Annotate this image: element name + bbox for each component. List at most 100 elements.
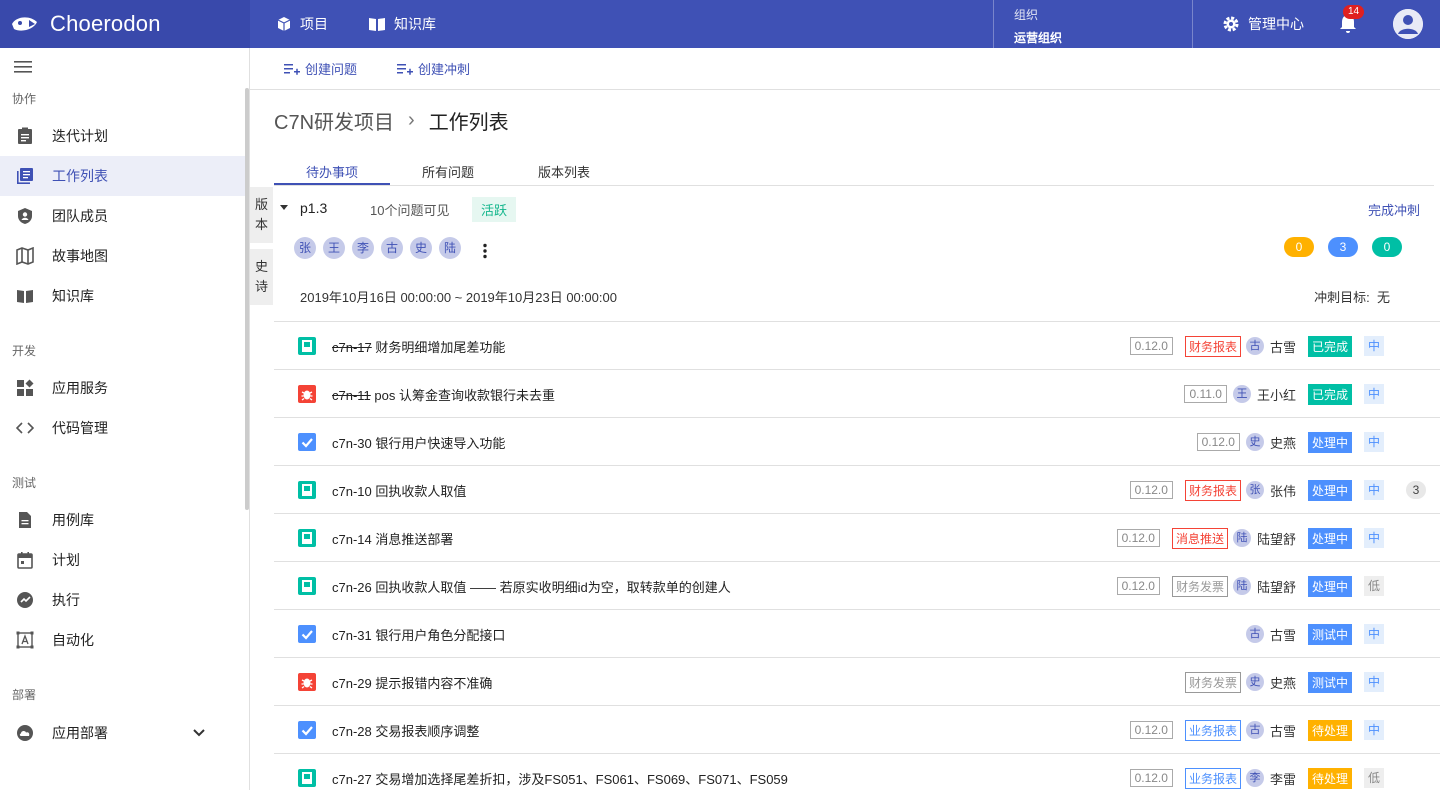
sprint-goal-value: 无 — [1376, 290, 1390, 305]
assignee[interactable]: 古古雪 — [1245, 337, 1296, 356]
more-vertical-icon[interactable] — [482, 243, 488, 259]
issue-row[interactable]: c7n-10 回执收款人取值 0.12.0 财务报表张张伟 处理中中 3 — [274, 466, 1440, 514]
issue-summary[interactable]: c7n-14 消息推送部署 — [332, 529, 453, 548]
issue-row[interactable]: c7n-11 pos 认筹金查询收款银行未去重 0.11.0 王王小红 已完成中 — [274, 370, 1440, 418]
user-avatar[interactable] — [1393, 9, 1423, 39]
sprint-issue-count: 10个问题可见 — [370, 203, 450, 218]
issue-summary[interactable]: c7n-26 回执收款人取值 —— 若原实收明细id为空，取转款单的创建人 — [332, 577, 731, 596]
issue-key[interactable]: c7n-28 — [332, 724, 372, 739]
issue-key[interactable]: c7n-10 — [332, 484, 372, 499]
sidebar-item-case-library[interactable]: 用例库 — [0, 500, 245, 540]
assignee[interactable]: 史史燕 — [1245, 673, 1296, 692]
chevron-down-icon[interactable] — [193, 729, 205, 737]
assignee[interactable]: 张张伟 — [1245, 481, 1296, 500]
status-badge[interactable]: 处理中 — [1307, 527, 1352, 549]
sidebar-item-code-management[interactable]: 代码管理 — [0, 408, 245, 448]
member-avatar[interactable]: 陆 — [439, 237, 461, 259]
issue-key[interactable]: c7n-30 — [332, 436, 372, 451]
sidebar-item-execute[interactable]: 执行 — [0, 580, 245, 620]
version-panel-tab[interactable]: 版本 — [250, 187, 273, 243]
issue-row[interactable]: c7n-27 交易增加选择尾差折扣，涉及FS051、FS061、FS069、FS… — [274, 754, 1440, 790]
story-icon-glyph — [302, 580, 312, 592]
sprint-members: 张王李古史陆 — [294, 237, 468, 259]
member-avatar[interactable]: 李 — [352, 237, 374, 259]
sidebar-item-plan[interactable]: 计划 — [0, 540, 245, 580]
issue-key[interactable]: c7n-29 — [332, 676, 372, 691]
status-badge[interactable]: 测试中 — [1307, 623, 1352, 645]
issue-key[interactable]: c7n-26 — [332, 580, 372, 595]
sidebar-item-story-map[interactable]: 故事地图 — [0, 236, 245, 276]
collapse-caret-icon[interactable] — [280, 205, 288, 210]
member-avatar[interactable]: 史 — [410, 237, 432, 259]
complete-sprint-button[interactable]: 完成冲刺 — [1368, 200, 1420, 219]
topnav-project[interactable]: 项目 — [276, 14, 328, 34]
issue-row[interactable]: c7n-30 银行用户快速导入功能 0.12.0 史史燕 处理中中 — [274, 418, 1440, 466]
sprint-name[interactable]: p1.3 — [300, 200, 327, 216]
status-badge[interactable]: 处理中 — [1307, 431, 1352, 453]
topnav-knowledge[interactable]: 知识库 — [368, 14, 436, 34]
component-tag: 消息推送 — [1171, 527, 1228, 549]
status-badge[interactable]: 待处理 — [1307, 719, 1352, 741]
create-sprint-button[interactable]: 创建冲刺 — [397, 59, 470, 78]
sidebar-item-team-members[interactable]: 团队成员 — [0, 196, 245, 236]
sprint-goal-label: 冲刺目标: — [1314, 290, 1370, 305]
status-badge[interactable]: 测试中 — [1307, 671, 1352, 693]
issue-key[interactable]: c7n-14 — [332, 532, 372, 547]
member-avatar[interactable]: 王 — [323, 237, 345, 259]
issue-summary[interactable]: c7n-31 银行用户角色分配接口 — [332, 625, 505, 644]
status-badge[interactable]: 已完成 — [1307, 335, 1352, 357]
issue-summary[interactable]: c7n-28 交易报表顺序调整 — [332, 721, 479, 740]
tab-version-list[interactable]: 版本列表 — [506, 160, 622, 185]
issue-summary[interactable]: c7n-30 银行用户快速导入功能 — [332, 433, 505, 452]
sidebar-item-work-list[interactable]: 工作列表 — [0, 156, 245, 196]
issue-summary[interactable]: c7n-11 pos 认筹金查询收款银行未去重 — [332, 385, 555, 404]
assignee[interactable]: 古古雪 — [1245, 721, 1296, 740]
issue-row[interactable]: c7n-14 消息推送部署 0.12.0 消息推送陆陆望舒 处理中中 — [274, 514, 1440, 562]
sprint-panel: p1.3 10个问题可见 活跃 完成冲刺 张王李古史陆 030 2019年10月… — [274, 187, 1440, 790]
issue-key[interactable]: c7n-31 — [332, 628, 372, 643]
tab-all-issues[interactable]: 所有问题 — [390, 160, 506, 185]
assignee[interactable]: 陆陆望舒 — [1232, 529, 1296, 548]
hamburger-menu-icon[interactable] — [14, 60, 32, 74]
issue-summary[interactable]: c7n-17 财务明细增加尾差功能 — [332, 337, 505, 356]
issue-row[interactable]: c7n-29 提示报错内容不准确 财务发票史史燕 测试中中 — [274, 658, 1440, 706]
issue-key[interactable]: c7n-17 — [332, 340, 372, 355]
brand[interactable]: Choerodon — [0, 0, 250, 48]
admin-center-button[interactable]: 管理中心 — [1222, 0, 1304, 48]
issue-summary-text: 交易增加选择尾差折扣，涉及FS051、FS061、FS069、FS071、FS0… — [375, 772, 788, 787]
sidebar-item-automation[interactable]: 自动化 — [0, 620, 245, 660]
status-badge[interactable]: 处理中 — [1307, 575, 1352, 597]
member-avatar[interactable]: 古 — [381, 237, 403, 259]
status-badge[interactable]: 待处理 — [1307, 767, 1352, 789]
assignee[interactable]: 史史燕 — [1245, 433, 1296, 452]
issue-row[interactable]: c7n-31 银行用户角色分配接口 古古雪 测试中中 — [274, 610, 1440, 658]
issue-summary[interactable]: c7n-29 提示报错内容不准确 — [332, 673, 492, 692]
assignee[interactable]: 古古雪 — [1245, 625, 1296, 644]
org-selector[interactable]: 组织 运营组织 — [993, 0, 1193, 48]
sidebar-item-app-deploy[interactable]: 应用部署 — [0, 713, 245, 753]
issue-row[interactable]: c7n-28 交易报表顺序调整 0.12.0 业务报表古古雪 待处理中 — [274, 706, 1440, 754]
sidebar-item-knowledge[interactable]: 知识库 — [0, 276, 245, 316]
sidebar-item-iteration-plan[interactable]: 迭代计划 — [0, 116, 245, 156]
sidebar-item-app-service[interactable]: 应用服务 — [0, 368, 245, 408]
issue-key[interactable]: c7n-11 — [332, 388, 371, 403]
task-check-icon-glyph — [301, 726, 313, 736]
status-badge[interactable]: 处理中 — [1307, 479, 1352, 501]
issue-key[interactable]: c7n-27 — [332, 772, 372, 787]
issue-summary[interactable]: c7n-27 交易增加选择尾差折扣，涉及FS051、FS061、FS069、FS… — [332, 769, 788, 788]
issue-row[interactable]: c7n-26 回执收款人取值 —— 若原实收明细id为空，取转款单的创建人 0.1… — [274, 562, 1440, 610]
create-issue-button[interactable]: 创建问题 — [284, 59, 357, 78]
assignee[interactable]: 李李雷 — [1245, 769, 1296, 788]
member-avatar[interactable]: 张 — [294, 237, 316, 259]
issue-row[interactable]: c7n-17 财务明细增加尾差功能 0.12.0 财务报表古古雪 已完成中 — [274, 322, 1440, 370]
epic-panel-tab[interactable]: 史诗 — [250, 249, 273, 305]
issue-summary[interactable]: c7n-10 回执收款人取值 — [332, 481, 466, 500]
assignee[interactable]: 陆陆望舒 — [1232, 577, 1296, 596]
sidebar-scrollbar[interactable] — [245, 88, 249, 510]
breadcrumb-project[interactable]: C7N研发项目 — [274, 106, 394, 135]
tab-backlog[interactable]: 待办事项 — [274, 160, 390, 185]
status-badge[interactable]: 已完成 — [1307, 383, 1352, 405]
task-check-icon-glyph — [301, 630, 313, 640]
assignee[interactable]: 王王小红 — [1232, 385, 1296, 404]
book-icon — [369, 18, 385, 31]
